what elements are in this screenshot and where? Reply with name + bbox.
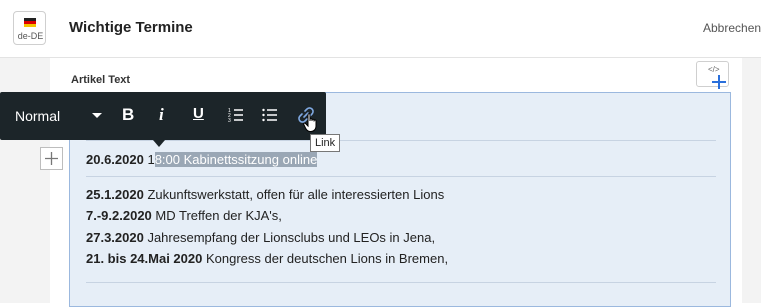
- top-bar: de-DE Wichtige Termine Abbrechen: [0, 0, 761, 58]
- toolbar-pointer: [153, 140, 165, 147]
- link-tooltip: Link: [310, 134, 341, 152]
- editor-line-selected[interactable]: 20.6.2020 18:00 Kabinettssitzung online: [86, 152, 318, 167]
- field-label: Artikel Text: [71, 74, 131, 86]
- event-date: 7.-9.2.2020: [86, 208, 152, 223]
- page-title: Wichtige Termine: [69, 19, 193, 36]
- bullet-list-icon[interactable]: [262, 107, 278, 123]
- event-date: 27.3.2020: [86, 230, 144, 245]
- cancel-button[interactable]: Abbrechen: [703, 21, 761, 35]
- chevron-down-icon[interactable]: [92, 113, 102, 118]
- ordered-list-icon[interactable]: 123: [228, 107, 244, 123]
- add-block-button[interactable]: [40, 147, 63, 170]
- list-item[interactable]: 25.1.2020 Zukunftswerkstatt, offen für a…: [86, 187, 444, 202]
- list-item[interactable]: 27.3.2020 Jahresempfang der Lionsclubs u…: [86, 230, 435, 245]
- hand-cursor-icon: [303, 113, 317, 132]
- right-gutter: [742, 58, 761, 303]
- event-text: Jahresempfang der Lionsclubs und LEOs in…: [143, 230, 436, 245]
- selected-text: 8:00 Kabinettssitzung online: [154, 152, 318, 167]
- event-date: 21. bis 24.Mai 2020: [86, 251, 203, 266]
- svg-text:3: 3: [228, 118, 231, 123]
- event-text-prefix: 1: [143, 152, 155, 167]
- plus-icon[interactable]: [710, 73, 728, 91]
- event-text: Kongress der deutschen Lions in Bremen,: [202, 251, 449, 266]
- list-item[interactable]: 21. bis 24.Mai 2020 Kongress der deutsch…: [86, 251, 448, 266]
- formatting-toolbar: Normal B i U 123: [0, 92, 326, 140]
- format-dropdown[interactable]: Normal: [15, 108, 60, 124]
- divider: [86, 282, 716, 283]
- german-flag-icon: [24, 18, 36, 27]
- plus-icon: [45, 152, 58, 165]
- event-text: MD Treffen der KJA's,: [151, 208, 282, 223]
- list-item[interactable]: 7.-9.2.2020 MD Treffen der KJA's,: [86, 208, 282, 223]
- italic-button[interactable]: i: [159, 105, 164, 125]
- event-text: Zukunftswerkstatt, offen für alle intere…: [143, 187, 445, 202]
- language-selector[interactable]: de-DE: [13, 11, 46, 45]
- divider: [86, 176, 716, 177]
- bold-button[interactable]: B: [122, 105, 134, 125]
- divider: [86, 140, 716, 141]
- event-date: 25.1.2020: [86, 187, 144, 202]
- underline-button[interactable]: U: [193, 105, 204, 122]
- event-date: 20.6.2020: [86, 152, 144, 167]
- language-code: de-DE: [17, 31, 44, 41]
